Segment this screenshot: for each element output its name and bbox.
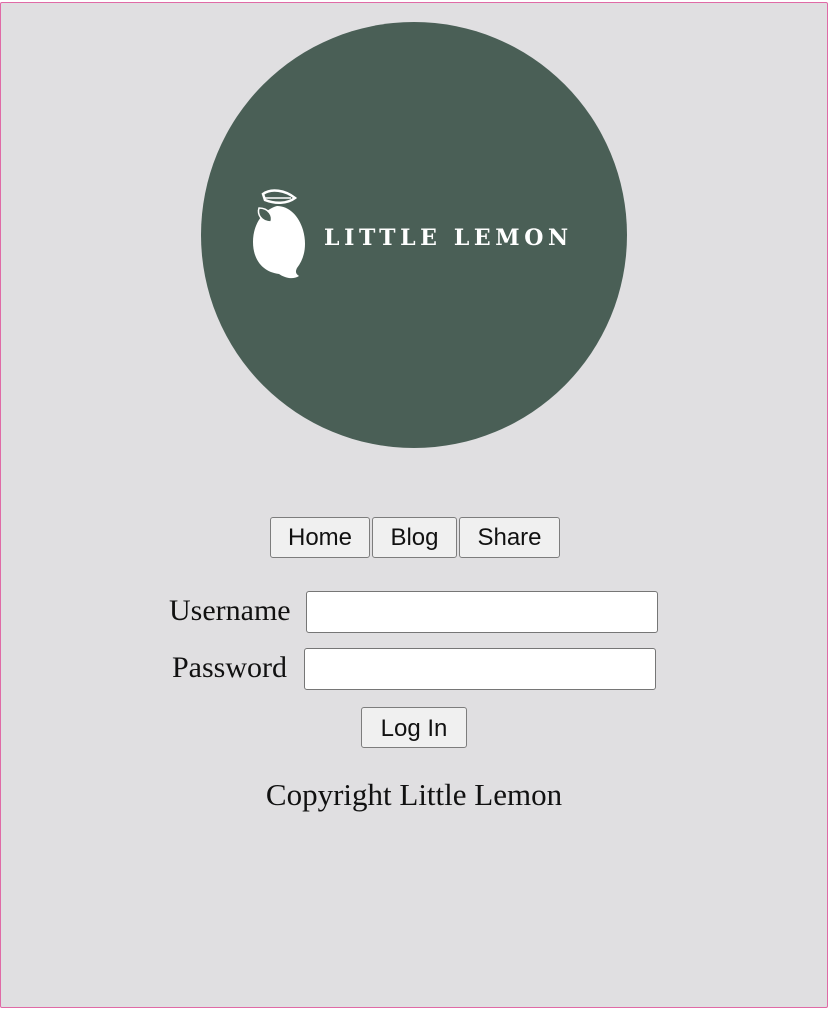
login-button[interactable]: Log In [361, 707, 467, 748]
copyright-footer: Copyright Little Lemon [265, 777, 563, 812]
nav-share-button[interactable]: Share [459, 517, 560, 558]
nav-home-button[interactable]: Home [270, 517, 370, 558]
nav-blog-button[interactable]: Blog [372, 517, 457, 558]
password-label: Password [172, 651, 288, 684]
username-label: Username [169, 594, 291, 627]
password-field[interactable] [304, 648, 656, 690]
little-lemon-logo: LITTLE LEMON [201, 22, 627, 448]
lemon-icon [253, 189, 305, 279]
nav-bar: Home Blog Share [270, 517, 560, 558]
page-frame: LITTLE LEMON Home Blog Share Username Pa… [0, 2, 828, 1008]
logo-text: LITTLE LEMON [324, 225, 573, 251]
username-field[interactable] [306, 591, 658, 633]
